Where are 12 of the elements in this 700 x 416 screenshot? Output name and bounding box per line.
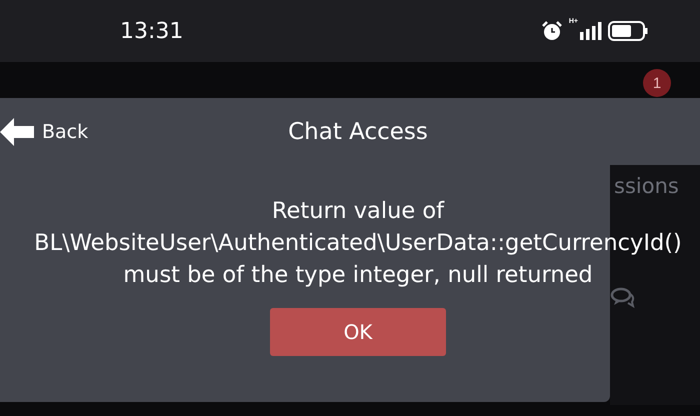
alarm-clock-icon [540, 20, 563, 42]
chat-bubbles-icon [610, 286, 636, 308]
back-button[interactable]: Back [0, 118, 88, 146]
dialog-title: Chat Access [287, 118, 429, 144]
notification-badge: 1 [643, 69, 671, 97]
battery-icon [608, 21, 648, 41]
signal-icon [580, 22, 602, 40]
tab-label[interactable]: ssions [614, 174, 679, 198]
back-arrow-icon [0, 118, 34, 146]
ok-button[interactable]: OK [270, 308, 446, 356]
clock-time: 13:31 [120, 18, 184, 44]
error-message: Return value of BL\WebsiteUser\Authenticated\UserData::getCurrencyId() must be of the type integer, null returned [34, 197, 682, 290]
